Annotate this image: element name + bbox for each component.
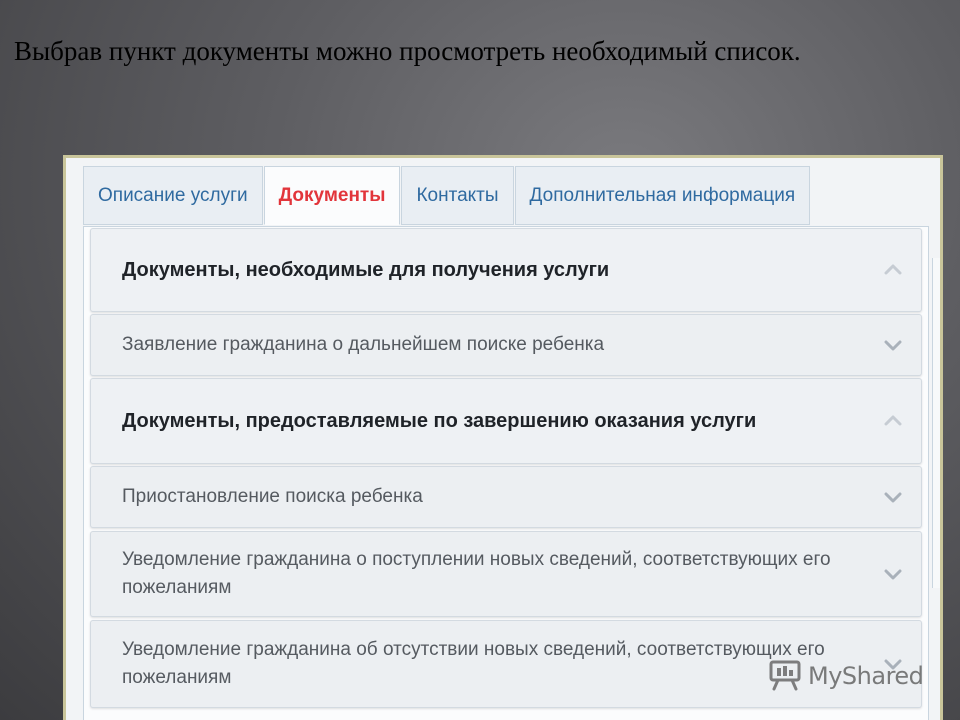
document-item[interactable]: Заявление гражданина о дальнейшем поиске… (90, 314, 922, 376)
tab-additional-info[interactable]: Дополнительная информация (514, 166, 811, 225)
tab-contacts[interactable]: Контакты (401, 166, 514, 225)
slide-title: Выбрав пункт документы можно просмотреть… (14, 36, 801, 66)
section-title: Документы, предоставляемые по завершению… (122, 410, 757, 432)
watermark-text: MyShared (808, 662, 924, 690)
document-title: Уведомление гражданина об отсутствии нов… (122, 639, 825, 688)
document-title: Уведомление гражданина о поступлении нов… (122, 549, 831, 598)
myshared-watermark: MyShared (768, 656, 924, 696)
chevron-down-icon[interactable] (881, 562, 905, 586)
presentation-board-icon (768, 657, 802, 696)
document-title: Заявление гражданина о дальнейшем поиске… (122, 334, 605, 355)
section-title: Документы, необходимые для получения усл… (122, 259, 610, 281)
section-required-documents[interactable]: Документы, необходимые для получения усл… (90, 228, 922, 312)
section-result-documents[interactable]: Документы, предоставляемые по завершению… (90, 378, 922, 464)
chevron-down-icon[interactable] (881, 333, 905, 357)
document-title: Приостановление поиска ребенка (122, 486, 423, 507)
tab-service-description[interactable]: Описание услуги (83, 166, 263, 225)
tab-bar: Описание услуги Документы Контакты Допол… (83, 166, 811, 227)
document-item[interactable]: Приостановление поиска ребенка (90, 466, 922, 528)
chevron-up-icon[interactable] (881, 258, 905, 282)
chevron-down-icon[interactable] (881, 485, 905, 509)
tab-documents[interactable]: Документы (263, 166, 401, 225)
service-page-screenshot: Описание услуги Документы Контакты Допол… (63, 155, 943, 720)
document-item[interactable]: Уведомление гражданина о поступлении нов… (90, 531, 922, 617)
scroll-edge (932, 258, 940, 588)
chevron-up-icon[interactable] (881, 409, 905, 433)
